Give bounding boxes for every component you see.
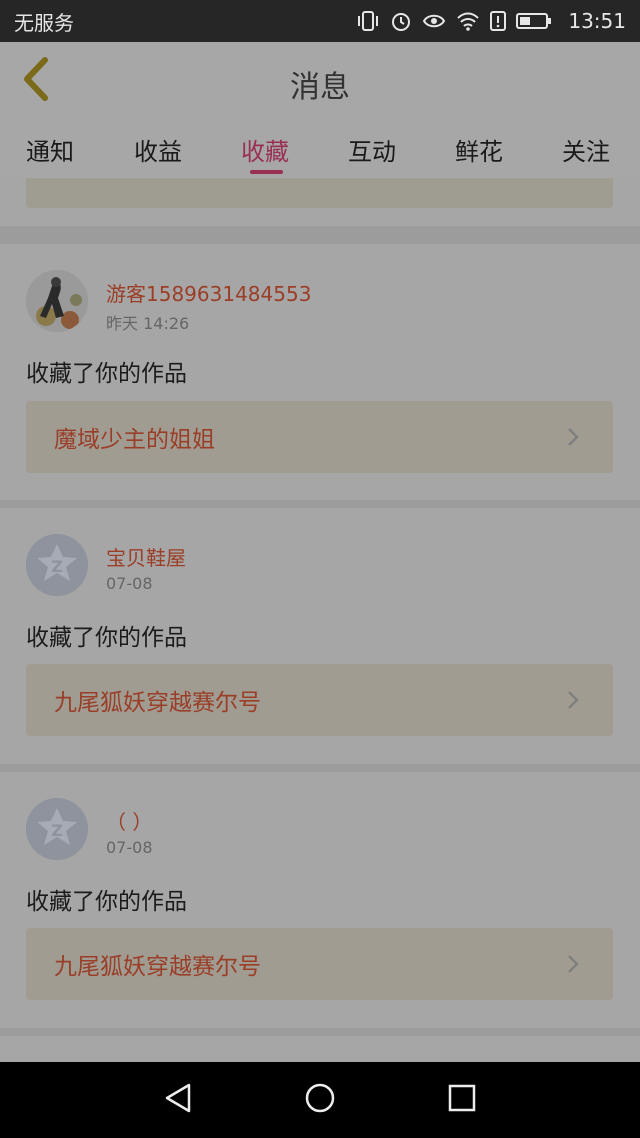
user-name[interactable]: 游客1589631484553 bbox=[106, 278, 311, 307]
chevron-right-icon bbox=[553, 944, 593, 984]
active-tab-indicator bbox=[250, 170, 283, 174]
nav-home-button[interactable] bbox=[300, 1080, 340, 1120]
work-link[interactable]: 九尾狐妖穿越赛尔号 bbox=[26, 664, 613, 736]
status-bar: 无服务 13:51 bbox=[0, 0, 640, 42]
status-icons: 13:51 bbox=[356, 9, 626, 33]
clock: 13:51 bbox=[568, 9, 626, 33]
work-title: 魔域少主的姐姐 bbox=[54, 427, 215, 453]
square-recents-icon bbox=[447, 1083, 477, 1117]
avatar[interactable] bbox=[26, 270, 88, 332]
list-item: 游客1589631484553 昨天 14:26 收藏了你的作品 魔域少主的姐姐 bbox=[0, 244, 640, 500]
tab-notifications[interactable]: 通知 bbox=[26, 132, 74, 167]
list-item: Z 宝贝鞋屋 07-08 收藏了你的作品 九尾狐妖穿越赛尔号 bbox=[0, 508, 640, 764]
list-item: Z （ ） 07-08 收藏了你的作品 九尾狐妖穿越赛尔号 bbox=[0, 772, 640, 1028]
alarm-icon bbox=[390, 10, 412, 32]
nav-recents-button[interactable] bbox=[442, 1080, 482, 1120]
page-title: 消息 bbox=[290, 70, 350, 105]
wifi-icon bbox=[456, 10, 480, 32]
message-time: 昨天 14:26 bbox=[106, 314, 190, 333]
work-link[interactable]: 九尾狐妖穿越赛尔号 bbox=[26, 928, 613, 1000]
list-item-partial bbox=[0, 178, 640, 226]
user-name[interactable]: 宝贝鞋屋 bbox=[106, 542, 186, 571]
tab-flowers[interactable]: 鲜花 bbox=[455, 132, 503, 167]
avatar[interactable]: Z bbox=[26, 534, 88, 596]
vibrate-icon bbox=[356, 10, 380, 32]
carrier-label: 无服务 bbox=[14, 10, 74, 35]
svg-text:Z: Z bbox=[51, 821, 63, 840]
message-text: 收藏了你的作品 bbox=[26, 361, 187, 387]
work-title: 九尾狐妖穿越赛尔号 bbox=[54, 954, 261, 980]
tab-earnings[interactable]: 收益 bbox=[134, 132, 182, 167]
user-name[interactable]: （ ） bbox=[106, 806, 152, 835]
system-nav-bar bbox=[0, 1062, 640, 1138]
avatar[interactable]: Z bbox=[26, 798, 88, 860]
message-time: 07-08 bbox=[106, 574, 153, 593]
work-link-partial[interactable] bbox=[26, 178, 613, 208]
circle-home-icon bbox=[304, 1082, 336, 1118]
svg-text:Z: Z bbox=[51, 557, 63, 576]
message-list[interactable]: 游客1589631484553 昨天 14:26 收藏了你的作品 魔域少主的姐姐… bbox=[0, 178, 640, 1062]
list-item-partial bbox=[0, 1036, 640, 1062]
tab-bar: 通知 收益 收藏 互动 鲜花 关注 bbox=[0, 122, 640, 178]
tab-following[interactable]: 关注 bbox=[562, 132, 610, 167]
tab-favorites[interactable]: 收藏 bbox=[241, 132, 289, 167]
chevron-right-icon bbox=[553, 680, 593, 720]
eye-comfort-icon bbox=[422, 10, 446, 32]
tab-interactions[interactable]: 互动 bbox=[348, 132, 396, 167]
app-header: 消息 bbox=[0, 42, 640, 122]
sim-alert-icon bbox=[490, 10, 507, 32]
chevron-right-icon bbox=[553, 417, 593, 457]
triangle-back-icon bbox=[163, 1082, 193, 1118]
work-title: 九尾狐妖穿越赛尔号 bbox=[54, 690, 261, 716]
message-text: 收藏了你的作品 bbox=[26, 625, 187, 651]
battery-icon bbox=[516, 10, 552, 32]
nav-back-button[interactable] bbox=[158, 1080, 198, 1120]
message-time: 07-08 bbox=[106, 838, 153, 857]
work-link[interactable]: 魔域少主的姐姐 bbox=[26, 401, 613, 473]
message-text: 收藏了你的作品 bbox=[26, 889, 187, 915]
